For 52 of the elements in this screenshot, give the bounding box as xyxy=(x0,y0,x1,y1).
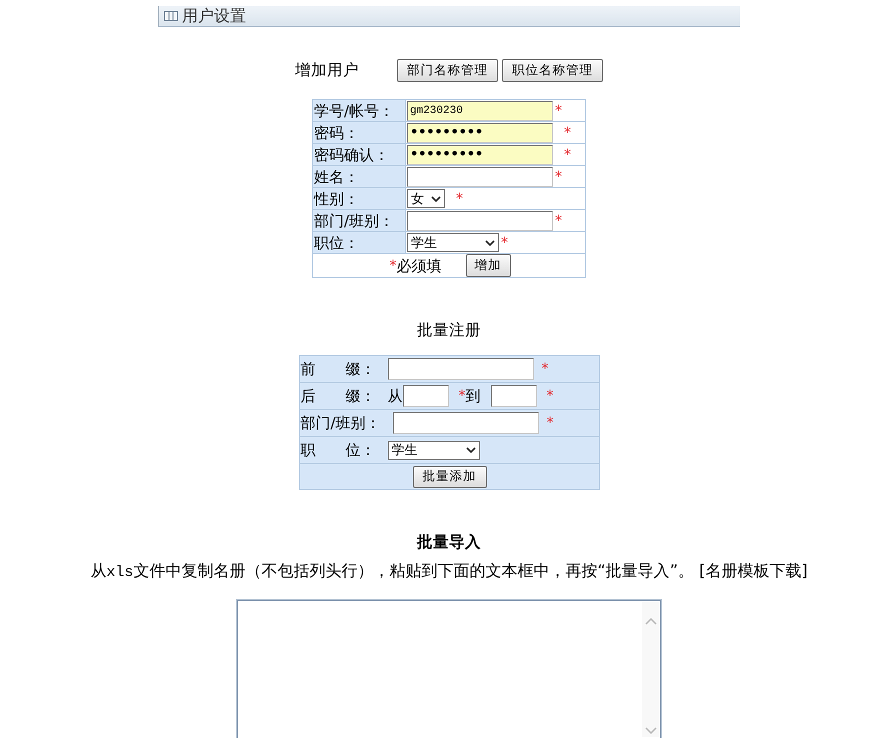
import-instructions: 从xls文件中复制名册（不包括列头行），粘贴到下面的文本框中，再按“批量导入”。 [名册模板下载] xyxy=(90,561,808,583)
password-field[interactable]: ••••••••• xyxy=(407,144,553,164)
input-field[interactable] xyxy=(490,385,536,407)
password-field[interactable]: ••••••••• xyxy=(407,122,553,142)
input-field[interactable] xyxy=(388,358,534,380)
field-label: 部门/班别： xyxy=(312,210,406,232)
field-label: 性别： xyxy=(312,188,406,210)
required-mark: * xyxy=(546,414,554,432)
section-title: 批量注册 xyxy=(417,320,481,340)
template-download-link[interactable]: [名册模板下载] xyxy=(699,561,808,580)
add-button[interactable]: 增加 xyxy=(466,254,510,277)
header-title: 用户设置 xyxy=(182,6,246,26)
field-label: 后 缀： xyxy=(300,386,376,406)
required-mark: * xyxy=(542,360,548,378)
required-mark: * xyxy=(555,212,562,230)
field-label: 部门/班别： xyxy=(300,413,381,433)
required-mark: * xyxy=(501,234,508,252)
chevron-down-icon xyxy=(431,196,441,202)
dropdown[interactable]: 学生 xyxy=(407,233,499,252)
required-mark: * xyxy=(456,190,463,208)
input-field[interactable] xyxy=(407,166,553,186)
chevron-down-icon xyxy=(485,240,495,246)
from-label: 从 xyxy=(388,386,402,406)
chevron-down-icon xyxy=(466,447,476,453)
field-label: 学号/帐号： xyxy=(312,100,406,122)
field-label: 职位： xyxy=(312,232,406,254)
manage-button[interactable]: 部门名称管理 xyxy=(397,59,498,82)
field-label: 职 位： xyxy=(300,440,376,460)
required-mark: * xyxy=(458,387,466,405)
required-mark: * xyxy=(555,102,562,120)
required-mark: * xyxy=(555,168,562,186)
required-mark: * xyxy=(564,146,571,164)
required-mark: * xyxy=(390,256,396,274)
input-field[interactable] xyxy=(402,385,448,407)
manage-button[interactable]: 职位名称管理 xyxy=(502,59,603,82)
section-title: 批量导入 xyxy=(417,532,481,552)
required-mark: * xyxy=(564,124,571,142)
field-label: 前 缀： xyxy=(300,359,376,379)
input-field[interactable] xyxy=(392,412,539,434)
dropdown[interactable]: 女 xyxy=(407,189,445,208)
columns-icon xyxy=(164,11,178,21)
input-field[interactable]: gm230230 xyxy=(407,100,553,120)
dropdown[interactable]: 学生 xyxy=(388,440,480,460)
section-title: 增加用户 xyxy=(295,60,359,81)
required-mark: * xyxy=(546,387,554,405)
field-label: 姓名： xyxy=(312,166,406,188)
required-note: 必须填 xyxy=(396,256,442,276)
batch-add-button[interactable]: 批量添加 xyxy=(412,466,486,488)
input-field[interactable] xyxy=(407,210,553,230)
field-label: 密码确认： xyxy=(312,144,406,166)
field-label: 密码： xyxy=(312,122,406,144)
to-label: 到 xyxy=(466,386,480,406)
